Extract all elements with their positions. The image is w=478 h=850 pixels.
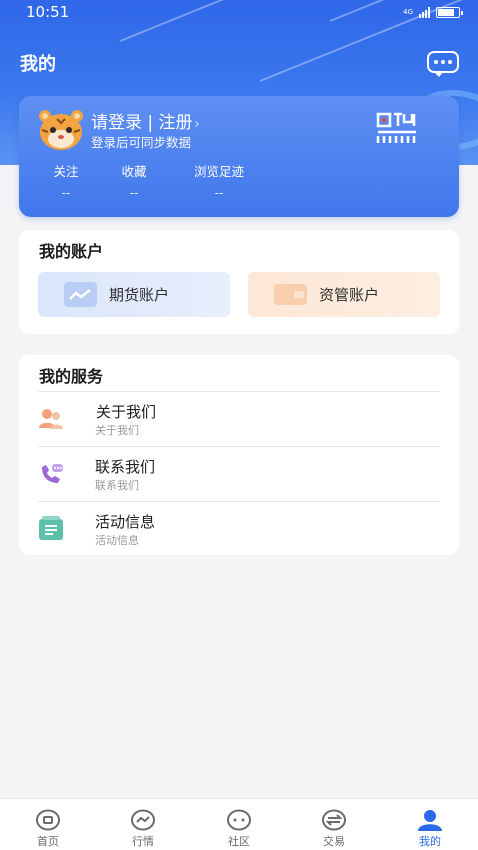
service-item-about[interactable]: 关于我们 关于我们 bbox=[38, 391, 440, 446]
service-item-title: 联系我们 bbox=[95, 458, 156, 476]
profile-card[interactable]: 请登录 | 注册 › 登录后可同步数据 关注 -- 收藏 -- 浏览足迹 -- bbox=[19, 96, 459, 217]
stat-history[interactable]: 浏览足迹 -- bbox=[184, 161, 254, 200]
futures-account-button[interactable]: 期货账户 bbox=[38, 272, 230, 317]
tab-label: 社区 bbox=[228, 835, 250, 848]
wallet-icon bbox=[274, 284, 307, 305]
login-register-text: 请登录 | 注册 bbox=[91, 113, 193, 133]
market-icon bbox=[131, 809, 155, 831]
tab-trade[interactable]: 交易 bbox=[304, 809, 364, 849]
profile-icon bbox=[418, 810, 442, 831]
tab-label: 行情 bbox=[132, 835, 154, 848]
tab-market[interactable]: 行情 bbox=[113, 809, 173, 849]
stat-value: -- bbox=[129, 186, 139, 200]
users-icon bbox=[39, 409, 63, 429]
asset-account-button[interactable]: 资管账户 bbox=[248, 272, 440, 317]
trade-icon bbox=[322, 809, 346, 831]
battery-icon bbox=[436, 6, 463, 18]
tab-label: 交易 bbox=[323, 835, 345, 848]
service-item-activity[interactable]: 活动信息 活动信息 bbox=[38, 501, 440, 556]
message-icon[interactable] bbox=[427, 51, 459, 77]
service-item-title: 活动信息 bbox=[95, 513, 156, 531]
signal-icon bbox=[419, 6, 430, 18]
login-register-link[interactable]: 请登录 | 注册 › bbox=[91, 108, 200, 133]
tab-label: 我的 bbox=[419, 835, 441, 848]
page-title: 我的 bbox=[20, 54, 56, 75]
service-item-contact[interactable]: 联系我们 联系我们 bbox=[38, 446, 440, 501]
tab-profile[interactable]: 我的 bbox=[400, 809, 460, 849]
activity-icon bbox=[39, 516, 63, 540]
stat-label: 浏览足迹 bbox=[193, 164, 244, 179]
bottom-tab-bar: 首页 行情 社区 交易 我的 bbox=[0, 798, 478, 850]
service-item-title: 关于我们 bbox=[96, 403, 157, 421]
stat-follow[interactable]: 关注 -- bbox=[49, 161, 83, 200]
chart-trend-icon bbox=[64, 282, 97, 307]
stat-value: -- bbox=[214, 186, 224, 200]
community-icon bbox=[227, 809, 251, 831]
tiger-avatar-icon[interactable] bbox=[38, 108, 84, 152]
stat-favorites[interactable]: 收藏 -- bbox=[117, 161, 151, 200]
stat-value: -- bbox=[61, 186, 71, 200]
tab-home[interactable]: 首页 bbox=[18, 809, 78, 849]
account-card: 我的账户 期货账户 资管账户 bbox=[19, 230, 459, 334]
service-section-title: 我的服务 bbox=[39, 367, 104, 386]
account-section-title: 我的账户 bbox=[39, 242, 104, 261]
qr-code-icon[interactable] bbox=[376, 112, 420, 144]
tab-community[interactable]: 社区 bbox=[209, 809, 269, 849]
service-item-subtitle: 活动信息 bbox=[95, 534, 139, 547]
stat-label: 关注 bbox=[53, 164, 79, 179]
chevron-right-icon: › bbox=[194, 117, 200, 132]
phone-icon bbox=[42, 464, 63, 483]
login-subtitle: 登录后可同步数据 bbox=[91, 135, 192, 150]
tab-label: 首页 bbox=[37, 835, 59, 848]
network-label: 4G bbox=[403, 7, 413, 16]
stat-label: 收藏 bbox=[121, 164, 147, 179]
service-card: 我的服务 关于我们 关于我们 联系我们 联系我们 活动信息 活动信息 bbox=[19, 355, 459, 555]
service-item-subtitle: 关于我们 bbox=[95, 424, 139, 437]
home-icon bbox=[36, 809, 60, 831]
service-item-subtitle: 联系我们 bbox=[95, 479, 139, 492]
futures-account-label: 期货账户 bbox=[109, 286, 170, 304]
asset-account-label: 资管账户 bbox=[319, 286, 380, 304]
status-time: 10:51 bbox=[26, 3, 70, 21]
status-bar: 10:51 4G bbox=[0, 0, 478, 24]
